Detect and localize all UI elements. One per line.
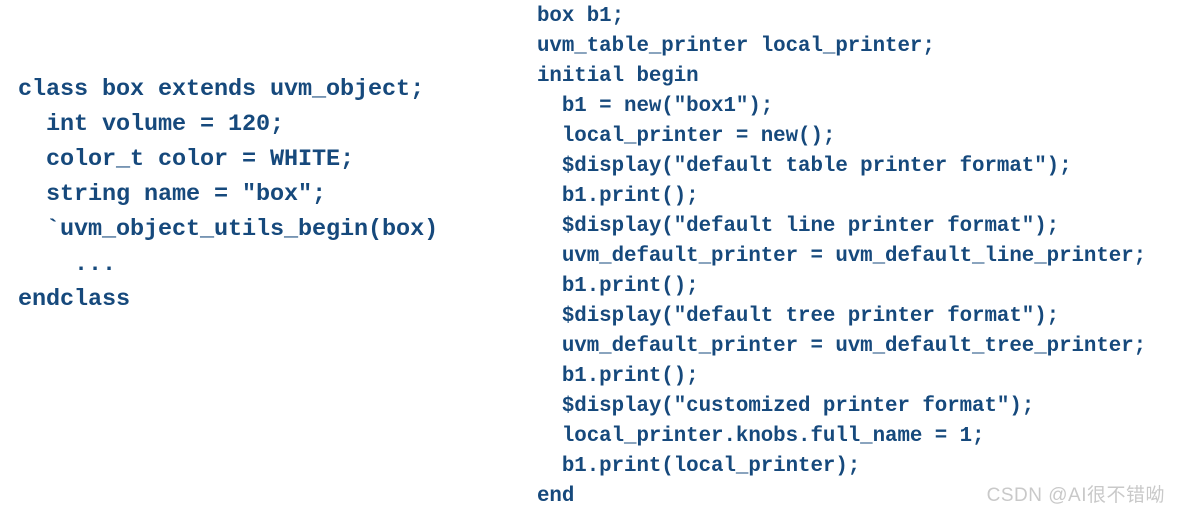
code-line: box b1;	[537, 5, 625, 28]
code-line: `uvm_object_utils_begin(box)	[18, 216, 439, 243]
code-line: $display("customized printer format");	[537, 395, 1035, 418]
code-line: $display("default line printer format");	[537, 215, 1060, 238]
code-line: $display("default tree printer format");	[537, 305, 1060, 328]
code-line: uvm_default_printer = uvm_default_line_p…	[537, 245, 1147, 268]
code-line: uvm_table_printer local_printer;	[537, 35, 935, 58]
code-line: b1.print();	[537, 275, 699, 298]
code-line: b1 = new("box1");	[537, 95, 774, 118]
code-line: $display("default table printer format")…	[537, 155, 1072, 178]
right-code-block: box b1; uvm_table_printer local_printer;i…	[537, 2, 1146, 512]
left-code-block: class box extends uvm_object; int volume…	[18, 72, 438, 317]
code-line: local_printer.knobs.full_name = 1;	[537, 425, 985, 448]
code-line: uvm_default_printer = uvm_default_tree_p…	[537, 335, 1147, 358]
code-line: ...	[18, 251, 117, 278]
csdn-watermark: CSDN @AI很不错呦	[986, 485, 1165, 506]
code-line: b1.print();	[537, 365, 699, 388]
code-line: endclass	[18, 286, 131, 313]
code-line: color_t color = WHITE;	[18, 146, 355, 173]
page-canvas: class box extends uvm_object; int volume…	[0, 0, 1177, 513]
code-line: int volume = 120;	[18, 111, 285, 138]
code-line: initial begin	[537, 65, 699, 88]
code-line: b1.print();	[537, 185, 699, 208]
code-line: local_printer = new();	[537, 125, 836, 148]
code-line: string name = "box";	[18, 181, 327, 208]
code-line: class box extends uvm_object;	[18, 76, 425, 103]
code-line: b1.print(local_printer);	[537, 455, 861, 478]
